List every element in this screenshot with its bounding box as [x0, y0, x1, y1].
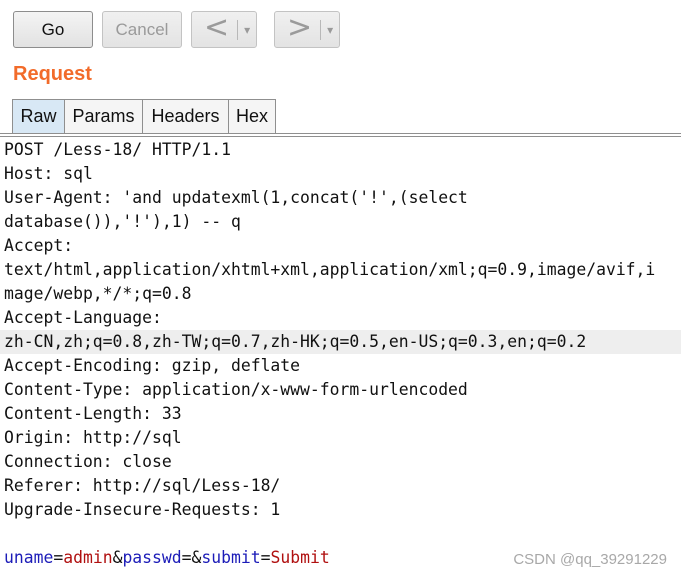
header-line: Upgrade-Insecure-Requests: 1 — [4, 500, 281, 519]
cancel-button-label: Cancel — [115, 19, 169, 39]
back-button[interactable]: < ▾ — [191, 11, 257, 48]
burp-repeater-request-panel: Go Cancel < ▾ > ▾ Request Raw Params Hea… — [0, 0, 681, 578]
request-line: POST /Less-18/ HTTP/1.1 — [4, 140, 231, 159]
go-button[interactable]: Go — [13, 11, 93, 48]
tab-headers[interactable]: Headers — [142, 99, 229, 133]
param-value: admin — [63, 548, 113, 567]
tab-hex[interactable]: Hex — [228, 99, 276, 133]
forward-button[interactable]: > ▾ — [274, 11, 340, 48]
dropdown-caret-icon[interactable]: ▾ — [244, 23, 250, 37]
request-title: Request — [13, 63, 92, 85]
header-line: Accept-Language: — [4, 308, 162, 327]
header-line: database()),'!'),1) -- q — [4, 212, 241, 231]
param-equals: = — [181, 548, 192, 567]
chevron-left-icon: < — [204, 9, 230, 45]
param-key: uname — [4, 548, 54, 567]
header-line: Connection: close — [4, 452, 172, 471]
header-line: Host: sql — [4, 164, 93, 183]
param-equals: = — [53, 548, 64, 567]
tab-raw[interactable]: Raw — [12, 99, 65, 133]
request-body-line: uname=admin&passwd=&submit=Submit — [4, 546, 330, 570]
param-separator: & — [112, 548, 123, 567]
tab-divider — [0, 133, 681, 134]
param-separator: & — [191, 548, 202, 567]
param-key: passwd — [122, 548, 182, 567]
header-line: User-Agent: 'and updatexml(1,concat('!',… — [4, 188, 468, 207]
cancel-button[interactable]: Cancel — [102, 11, 182, 48]
header-line: zh-CN,zh;q=0.8,zh-TW;q=0.7,zh-HK;q=0.5,e… — [4, 332, 587, 351]
go-button-label: Go — [41, 19, 65, 39]
watermark: CSDN @qq_39291229 — [513, 551, 667, 568]
header-line: Accept-Encoding: gzip, deflate — [4, 356, 301, 375]
header-line: text/html,application/xhtml+xml,applicat… — [4, 260, 656, 279]
dropdown-caret-icon[interactable]: ▾ — [327, 23, 333, 37]
header-line: Origin: http://sql — [4, 428, 182, 447]
button-separator — [320, 19, 322, 40]
param-value: Submit — [270, 548, 330, 567]
param-equals: = — [260, 548, 271, 567]
chevron-right-icon: > — [287, 9, 313, 45]
button-separator — [237, 19, 239, 40]
header-line: mage/webp,*/*;q=0.8 — [4, 284, 192, 303]
header-line: Content-Type: application/x-www-form-url… — [4, 380, 468, 399]
header-line: Referer: http://sql/Less-18/ — [4, 476, 281, 495]
request-tabs: Raw Params Headers Hex — [12, 99, 276, 133]
tab-params[interactable]: Params — [64, 99, 143, 133]
header-line: Content-Length: 33 — [4, 404, 182, 423]
header-line: Accept: — [4, 236, 74, 255]
raw-request-editor[interactable]: POST /Less-18/ HTTP/1.1 Host: sql User-A… — [0, 137, 681, 578]
param-key: submit — [201, 548, 261, 567]
